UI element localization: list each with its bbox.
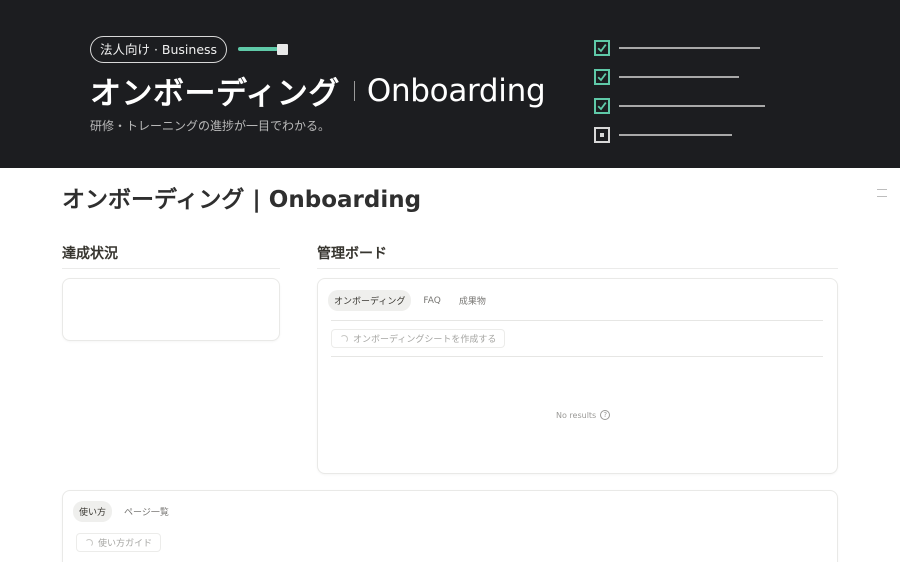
- checked-box-icon: [594, 69, 610, 85]
- progress-bar-fill: [238, 47, 278, 51]
- usage-guide-label: 使い方ガイド: [98, 539, 153, 549]
- cover-title-divider: [353, 80, 355, 101]
- cover-subtitle: 研修・トレーニングの進捗が一目でわかる。: [90, 119, 331, 133]
- loading-icon: [85, 538, 93, 547]
- board-header-divider: [331, 356, 823, 357]
- board-card: オンボーディング FAQ 成果物 オンボーディングシートを作成する No res…: [317, 278, 838, 474]
- tab-onboarding[interactable]: オンボーディング: [328, 290, 412, 311]
- page-title: オンボーディング | Onboarding: [62, 187, 422, 213]
- checklist-row: [594, 69, 784, 98]
- cover-title-en: Onboarding: [366, 72, 546, 109]
- checklist-row: [594, 98, 784, 127]
- progress-card: [62, 278, 280, 341]
- unchecked-box-icon: [594, 127, 610, 143]
- tab-deliverables[interactable]: 成果物: [453, 290, 492, 311]
- cover-banner: 法人向け · Business オンボーディング Onboarding 研修・ト…: [0, 0, 900, 168]
- checklist-line: [619, 134, 732, 136]
- board-section-heading: 管理ボード: [317, 246, 387, 262]
- checklist-line: [619, 47, 760, 49]
- no-results-text: No results: [556, 410, 597, 420]
- board-section-divider: [317, 268, 838, 269]
- collapse-icon[interactable]: [877, 189, 887, 197]
- board-tabs: オンボーディング FAQ 成果物: [328, 290, 492, 311]
- checklist-line: [619, 105, 765, 107]
- progress-section-divider: [62, 268, 280, 269]
- tab-page-list[interactable]: ページ一覧: [118, 501, 175, 522]
- checklist-illustration: [594, 40, 784, 156]
- guide-tabs: 使い方 ページ一覧: [73, 501, 175, 522]
- progress-section-heading: 達成状況: [62, 246, 118, 262]
- cover-title-ja: オンボーディング: [90, 76, 340, 112]
- tab-faq[interactable]: FAQ: [417, 292, 446, 310]
- create-onboarding-sheet-button[interactable]: オンボーディングシートを作成する: [331, 329, 506, 348]
- guide-card: 使い方 ページ一覧 使い方ガイド: [62, 490, 838, 562]
- tab-how-to-use[interactable]: 使い方: [73, 501, 113, 522]
- board-tabs-divider: [331, 320, 823, 321]
- usage-guide-button[interactable]: 使い方ガイド: [76, 533, 162, 552]
- progress-bar-knob: [277, 44, 288, 55]
- checklist-row: [594, 40, 784, 69]
- loading-icon: [340, 334, 348, 343]
- cover-title: オンボーディング Onboarding: [90, 68, 546, 113]
- create-onboarding-sheet-label: オンボーディングシートを作成する: [353, 335, 497, 345]
- checklist-line: [619, 76, 739, 78]
- checked-box-icon: [594, 98, 610, 114]
- checklist-row: [594, 127, 784, 156]
- checked-box-icon: [594, 40, 610, 56]
- business-badge: 法人向け · Business: [90, 36, 228, 63]
- help-circle-icon[interactable]: ?: [600, 410, 611, 420]
- no-results-message: No results ?: [556, 410, 611, 420]
